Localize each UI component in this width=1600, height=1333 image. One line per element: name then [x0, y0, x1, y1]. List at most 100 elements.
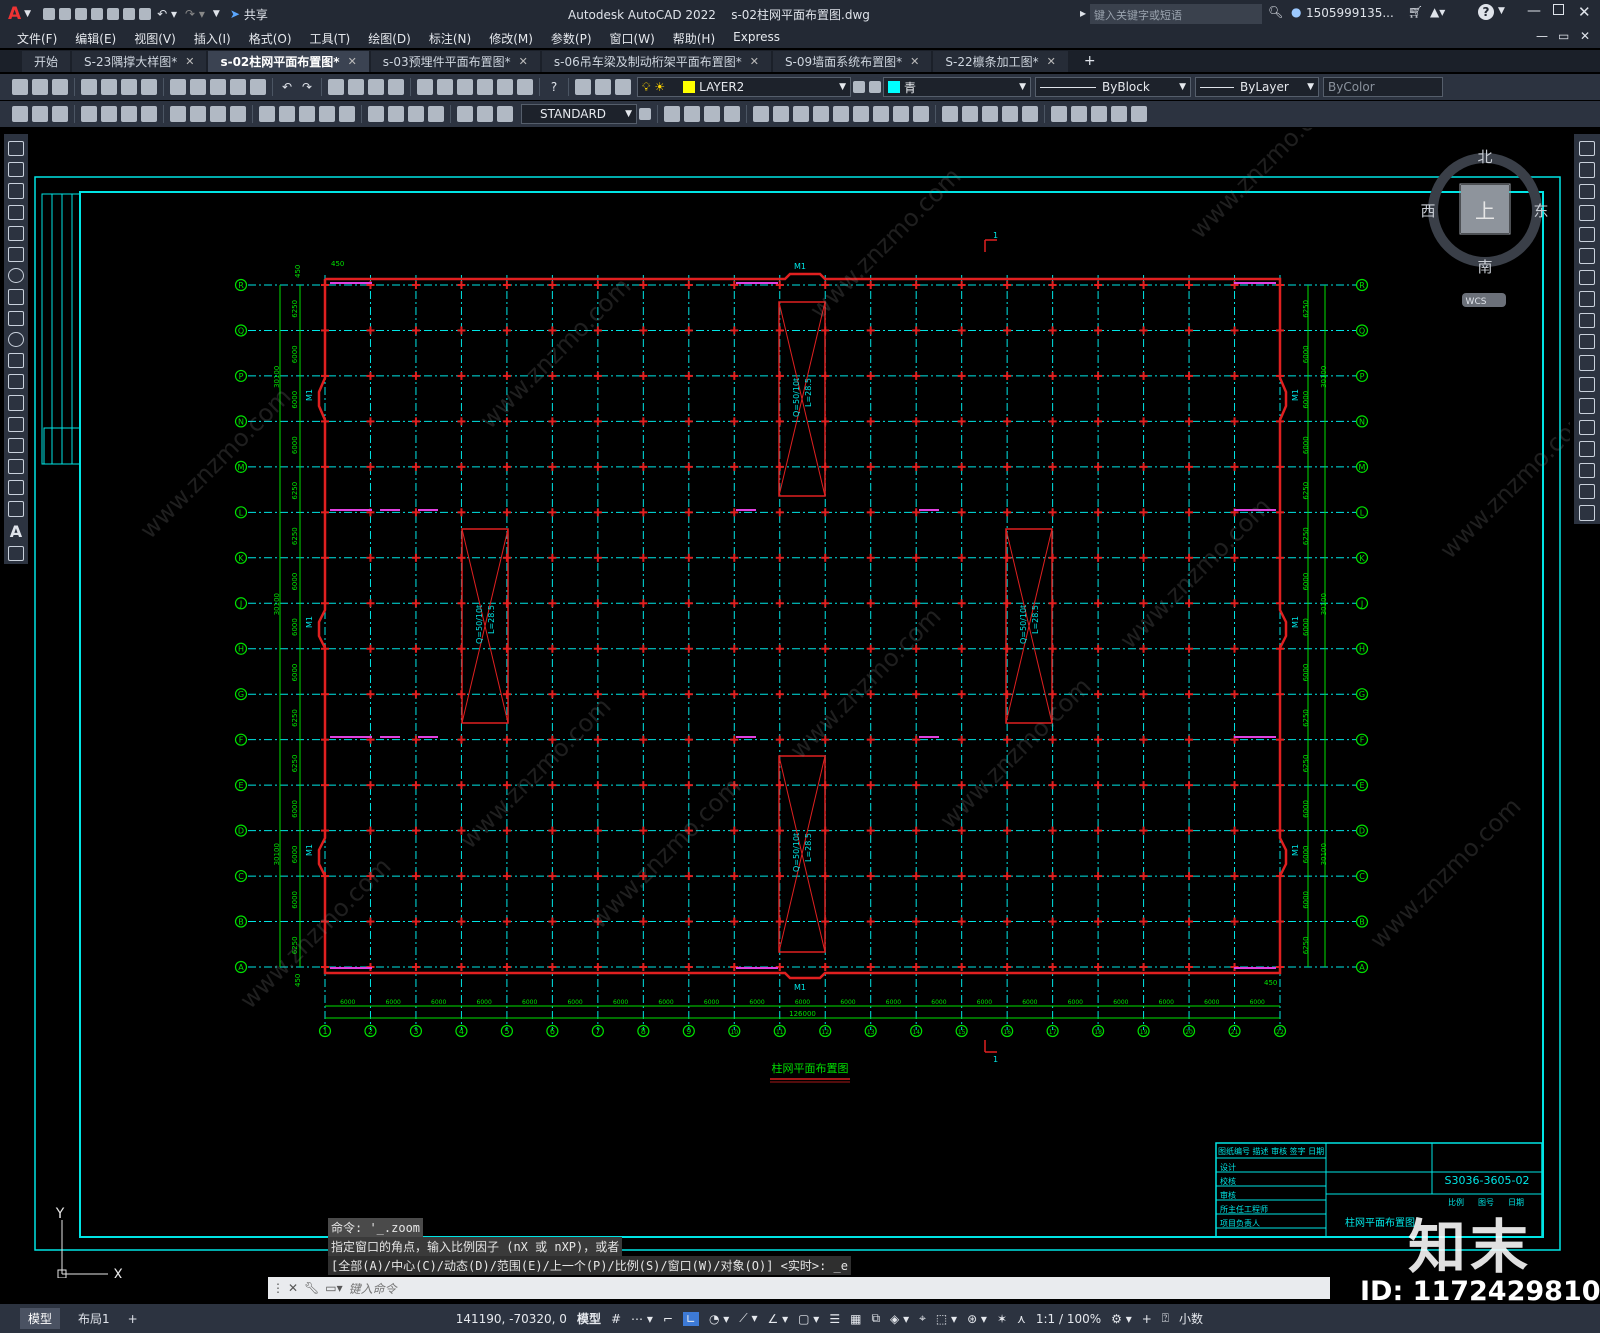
menu-item[interactable]: 编辑(E) [66, 30, 125, 47]
undo-button[interactable]: ↶ [277, 77, 297, 97]
tab-close-icon[interactable]: ✕ [910, 55, 919, 68]
qat-more-icon[interactable]: ▼ [213, 9, 220, 19]
settings-icon[interactable]: ⚙ ▾ [1111, 1312, 1132, 1326]
dim-reassociate-icon[interactable] [497, 106, 513, 122]
tab-close-icon[interactable]: ✕ [519, 55, 528, 68]
model-space-canvas[interactable]: RRQQPPNNMMLLKKJJHHGGFFEEDDCCBBAA12345678… [30, 82, 1597, 1283]
layer-states-icon[interactable] [595, 79, 611, 95]
tab-close-icon[interactable]: ✕ [1047, 55, 1056, 68]
dim-text-edit-icon[interactable] [477, 106, 493, 122]
make-block-icon[interactable] [8, 395, 24, 411]
tab-layout1[interactable]: 布局1 [70, 1308, 118, 1329]
trim-icon[interactable] [833, 106, 849, 122]
spline-icon[interactable] [8, 310, 24, 326]
group-icon[interactable] [1051, 106, 1067, 122]
grid-icon[interactable]: # [611, 1312, 621, 1326]
osnap-icon[interactable]: ▢ ▾ [798, 1312, 819, 1326]
line-icon[interactable] [8, 141, 24, 157]
break-tool-icon[interactable] [1579, 398, 1595, 414]
dim-break-icon[interactable] [339, 106, 355, 122]
zoom-realtime-icon[interactable] [348, 79, 364, 95]
lineweight-dropdown[interactable]: ByLayer ▼ [1195, 77, 1319, 97]
redo-icon[interactable]: ↷ ▾ [185, 7, 205, 21]
customize-icon[interactable]: 🔧︎ [304, 1281, 319, 1295]
continue-dim-icon[interactable] [299, 106, 315, 122]
extend-tool-icon[interactable] [1579, 355, 1595, 371]
tolerance-icon[interactable] [368, 106, 384, 122]
properties-icon[interactable] [417, 79, 433, 95]
join-icon[interactable] [893, 106, 909, 122]
save-as-icon[interactable] [91, 8, 104, 20]
dim-space-icon[interactable] [319, 106, 335, 122]
menu-item[interactable]: 参数(P) [542, 30, 601, 47]
plus-icon[interactable]: + [1142, 1312, 1152, 1326]
search-expand-icon[interactable]: ▸ [1080, 6, 1086, 20]
blend-tool-icon[interactable] [1579, 484, 1595, 500]
copy-icon[interactable] [190, 79, 206, 95]
isodraft-icon[interactable]: ⟋ ▾ [739, 1311, 757, 1326]
layer-properties-icon[interactable] [575, 79, 591, 95]
fillet-tool-icon[interactable] [1579, 462, 1595, 478]
selection-filter-icon[interactable]: ⬚ ▾ [936, 1312, 957, 1326]
add-layout-icon[interactable]: + [128, 1312, 138, 1326]
array-tool-icon[interactable] [1579, 226, 1595, 243]
text-style-dropdown[interactable]: STANDARD ▼ [521, 104, 637, 124]
jogged-linear-icon[interactable] [428, 106, 444, 122]
lineweight-icon[interactable]: ☰ [829, 1312, 840, 1326]
menu-item[interactable]: 修改(M) [480, 30, 542, 47]
table-icon[interactable] [8, 501, 24, 517]
circle-icon[interactable] [8, 268, 24, 284]
draworder-icon[interactable] [1091, 106, 1107, 122]
undo-icon[interactable]: ↶ ▾ [157, 7, 177, 21]
units-dropdown[interactable]: 小数 [1179, 1310, 1203, 1327]
dim-style-manager-icon[interactable] [639, 108, 651, 120]
dim-override-icon[interactable] [52, 106, 68, 122]
doc-tab[interactable]: s-02柱网平面布置图* ✕ [208, 51, 369, 72]
doc-tab[interactable]: S-09墙面系统布置图* ✕ [772, 51, 932, 72]
rotate-icon[interactable] [724, 106, 740, 122]
baseline-dim-icon[interactable] [279, 106, 295, 122]
open-web-icon[interactable] [107, 8, 120, 20]
construction-line-icon[interactable] [8, 162, 24, 178]
autodesk-app-icon[interactable]: ▲▾ [1430, 5, 1445, 19]
new-tab-icon[interactable]: + [1084, 53, 1096, 69]
ordinate-dim-icon[interactable] [141, 106, 157, 122]
explode-icon[interactable] [942, 106, 958, 122]
array-icon[interactable] [793, 106, 809, 122]
break-icon[interactable] [873, 106, 889, 122]
coordinates[interactable]: 141190, -70320, 0 [456, 1312, 567, 1326]
doc-tab[interactable]: S-22檩条加工图* ✕ [933, 51, 1068, 72]
scale-tool-icon[interactable] [1579, 291, 1595, 307]
menu-item[interactable]: 绘图(D) [359, 30, 420, 47]
plot-icon[interactable] [139, 8, 152, 20]
region-icon[interactable] [8, 480, 24, 496]
block-editor-icon[interactable] [250, 79, 266, 95]
print-preview-icon[interactable] [101, 79, 117, 95]
search-input[interactable]: 键入关键字或短语 [1090, 4, 1262, 24]
stretch-icon[interactable] [704, 106, 720, 122]
menu-item[interactable]: 文件(F) [8, 30, 66, 47]
tab-close-icon[interactable]: ✕ [348, 55, 357, 68]
share-icon[interactable]: ➤ [230, 7, 240, 21]
linetype-dropdown[interactable]: ByBlock ▼ [1035, 77, 1191, 97]
explode-tool-icon[interactable] [1579, 505, 1595, 521]
help-icon[interactable]: ? [1478, 4, 1494, 20]
close-cmd-icon[interactable]: ✕ [288, 1281, 298, 1295]
new-icon[interactable] [43, 8, 56, 20]
3d-dwf-icon[interactable] [141, 79, 157, 95]
inspection-icon[interactable] [408, 106, 424, 122]
close-icon[interactable]: ✕ [1578, 3, 1591, 21]
snap-icon[interactable]: ⋯ ▾ [631, 1312, 653, 1326]
gizmo-icon[interactable]: ⊛ ▾ [967, 1312, 987, 1326]
mtext-icon[interactable]: A [10, 522, 22, 541]
menu-item[interactable]: 插入(I) [185, 30, 240, 47]
transparency-icon[interactable]: ▦ [850, 1312, 861, 1326]
plotstyle-dropdown[interactable]: ByColor [1323, 77, 1443, 97]
rotate-tool-icon[interactable] [1579, 269, 1595, 286]
menu-item[interactable]: Express [724, 30, 789, 47]
stretch-tool-icon[interactable] [1579, 312, 1595, 328]
menu-item[interactable]: 工具(T) [301, 30, 360, 47]
print-icon[interactable] [81, 79, 97, 95]
scale-icon[interactable] [773, 106, 789, 122]
doc-tab[interactable]: s-03预埋件平面布置图* ✕ [370, 51, 540, 72]
